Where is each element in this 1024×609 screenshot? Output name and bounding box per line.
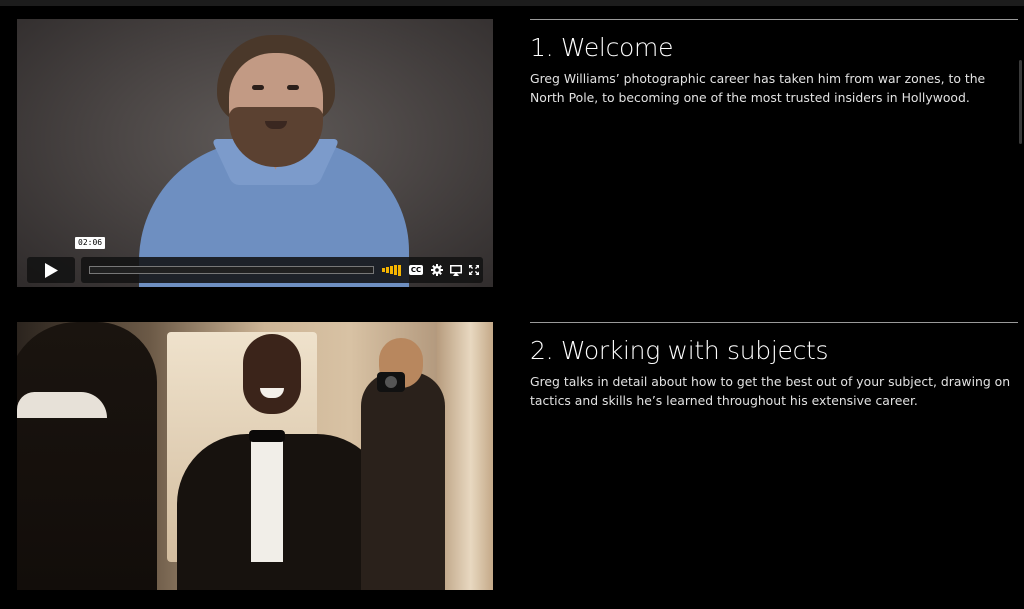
video-frame-eye (287, 85, 299, 90)
captions-button[interactable]: CC (407, 261, 425, 279)
play-button[interactable] (27, 257, 75, 283)
lesson-title[interactable]: 1. Welcome (530, 33, 1018, 63)
video-frame-eye (252, 85, 264, 90)
divider (530, 19, 1018, 20)
thumbnail-foreground-person (17, 322, 157, 590)
thumbnail-foreground-collar (17, 392, 107, 418)
camera-lens (385, 376, 397, 388)
lesson-text: 2. Working with subjects Greg talks in d… (530, 322, 1018, 410)
progress-bar[interactable] (89, 266, 374, 274)
settings-button[interactable] (429, 261, 445, 279)
divider (530, 322, 1018, 323)
play-icon (45, 262, 58, 278)
thumbnail-bowtie (249, 430, 285, 442)
gear-icon (431, 264, 443, 276)
lesson-description: Greg talks in detail about how to get th… (530, 374, 1011, 408)
thumbnail-subject-face (243, 334, 301, 414)
volume-icon (398, 264, 401, 276)
fullscreen-icon (469, 265, 479, 275)
thumbnail-door (437, 322, 493, 590)
video-player[interactable]: CC 02:06 (17, 19, 493, 287)
airplay-icon (450, 264, 462, 276)
airplay-button[interactable] (448, 261, 464, 279)
controls-bar: CC (81, 257, 483, 283)
time-tooltip: 02:06 (75, 237, 106, 249)
player-controls: CC 02:06 (17, 237, 493, 287)
lesson-description: Greg Williams’ photographic career has t… (530, 71, 986, 105)
lesson-thumbnail[interactable] (17, 322, 493, 590)
volume-icon (390, 266, 393, 274)
volume-icon (394, 265, 397, 275)
volume-icon (386, 267, 389, 273)
thumbnail-shirt (251, 432, 283, 562)
volume-icon (382, 268, 385, 272)
volume-button[interactable] (381, 261, 403, 279)
lesson-welcome: CC 02:06 1. Welcome Greg Williams’ photo… (0, 19, 1024, 287)
fullscreen-button[interactable] (467, 261, 481, 279)
top-bar (0, 0, 1024, 6)
lesson-text: 1. Welcome Greg Williams’ photographic c… (530, 19, 1018, 107)
lesson-working-with-subjects: 2. Working with subjects Greg talks in d… (0, 322, 1024, 590)
lesson-title[interactable]: 2. Working with subjects (530, 336, 1018, 366)
cc-icon: CC (408, 265, 424, 275)
thumbnail-photographer (361, 372, 445, 590)
